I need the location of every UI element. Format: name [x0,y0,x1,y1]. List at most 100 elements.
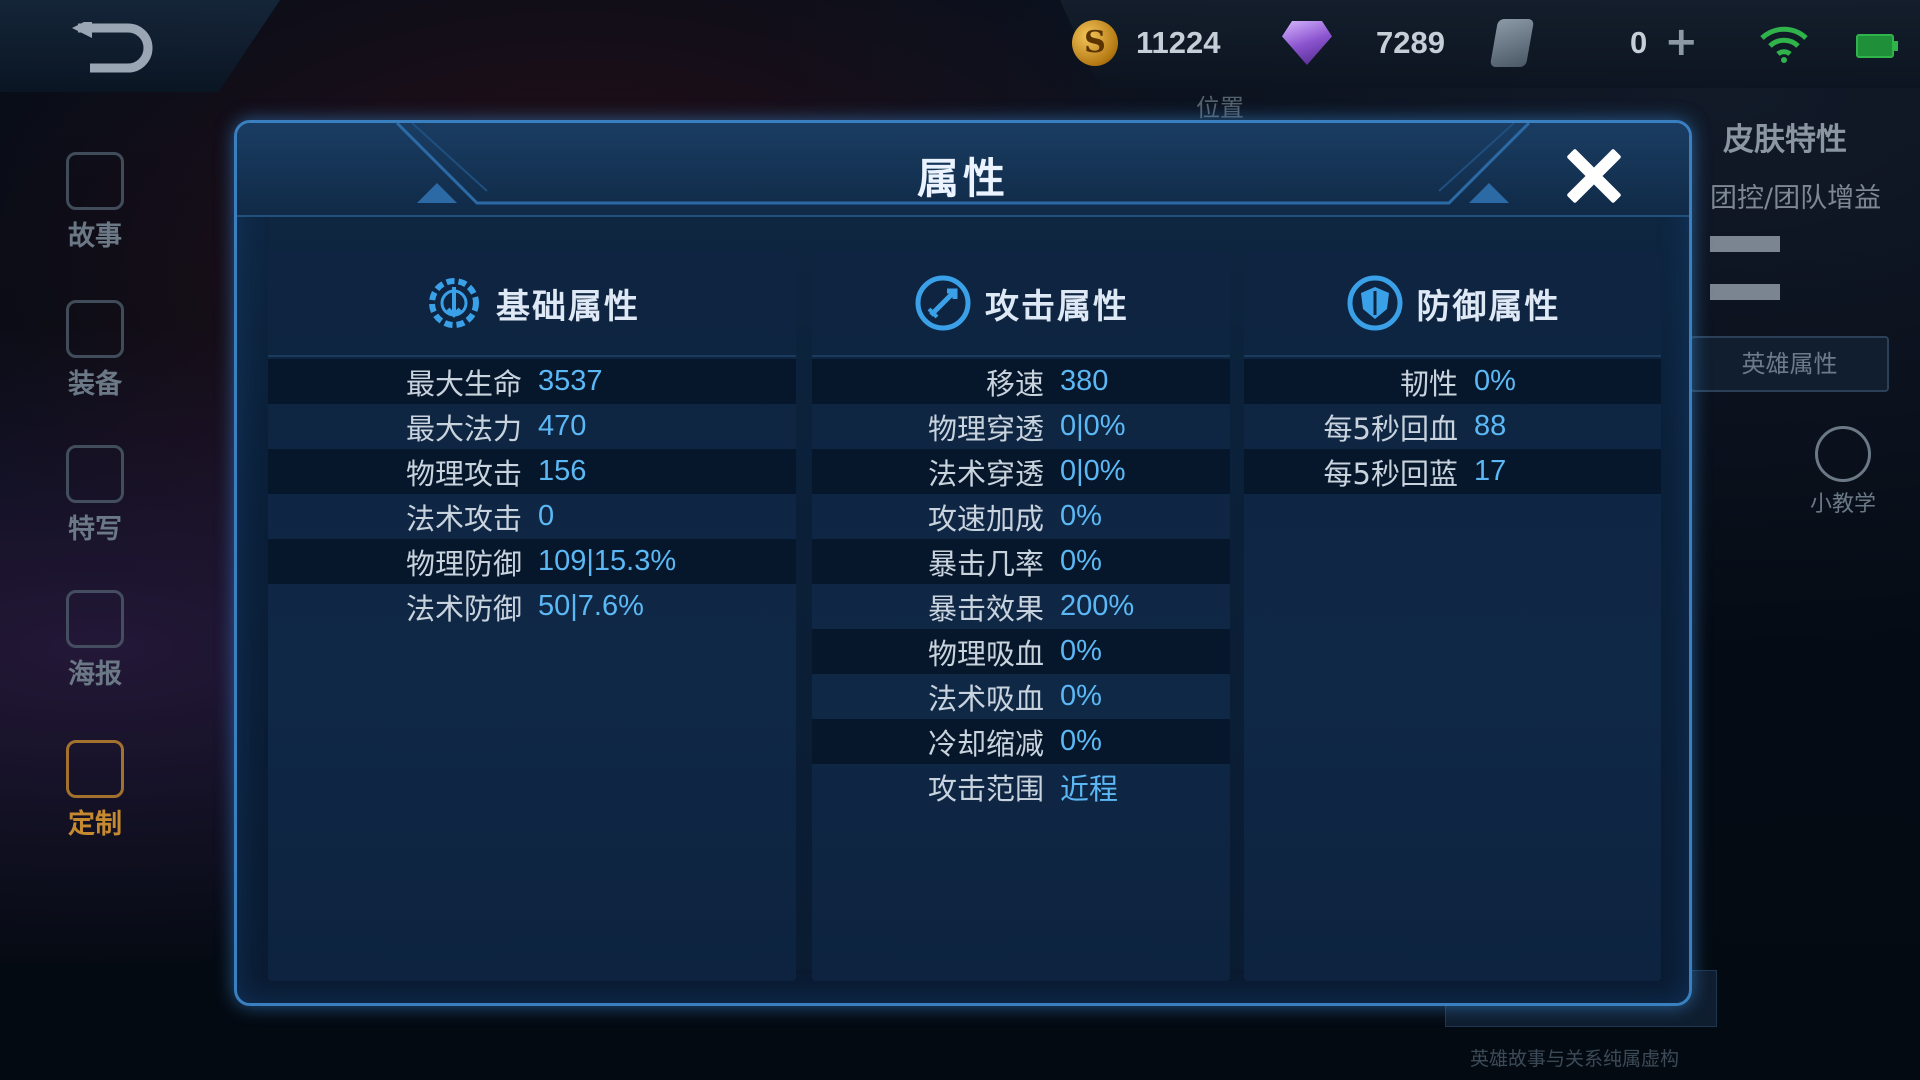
attribute-value: 0|0% [1060,455,1126,487]
sword-icon [915,275,971,331]
skin-features-title: 皮肤特性 [1723,122,1847,158]
customize-icon [66,740,124,798]
attribute-label: 物理攻击 [405,456,522,491]
nav-label: 特写 [68,514,122,545]
tutorial-label: 小教学 [1810,492,1877,517]
gold-value: 11224 [1136,25,1221,60]
attribute-value: 0% [1060,635,1102,667]
book-icon [66,152,124,210]
attribute-value: 0% [1474,365,1516,397]
attribute-row: 物理吸血 0% [812,629,1230,674]
attribute-row: 物理防御 109|15.3% [268,539,796,584]
attribute-row: 法术穿透 0|0% [812,449,1230,494]
stat-bar [1710,236,1780,252]
hero-attributes-button[interactable]: 英雄属性 [1690,336,1889,392]
ticket-icon [1489,19,1535,67]
gear-icon [429,278,479,328]
attribute-row: 暴击几率 0% [812,539,1230,584]
position-tab[interactable]: 位置 [1196,88,1244,123]
nav-item-equipment[interactable]: 装备 [40,300,150,401]
attribute-label: 最大生命 [405,366,522,401]
battery-icon [1856,34,1898,58]
nav-item-closeup[interactable]: 特写 [40,445,150,546]
attribute-row: 法术吸血 0% [812,674,1230,719]
attribute-row: 冷却缩减 0% [812,719,1230,764]
attribute-value: 200% [1060,590,1135,622]
nav-item-customize[interactable]: 定制 [40,740,150,841]
nav-label: 装备 [68,369,122,400]
nav-label: 海报 [68,659,122,690]
attribute-row: 攻击范围 近程 [812,764,1230,809]
basic-attributes-column: 基础属性 最大生命 3537 最大法力 470 物理攻击 156 法术攻击 0 物理防御 109|… [268,251,796,981]
attribute-value: 470 [538,410,587,442]
attribute-label: 最大法力 [405,411,522,446]
attribute-value: 109|15.3% [538,545,677,577]
attribute-label: 暴击效果 [927,591,1044,626]
attribute-label: 每5秒回蓝 [1323,456,1458,491]
attribute-row: 攻速加成 0% [812,494,1230,539]
attribute-label: 韧性 [1399,366,1458,401]
add-ticket-button[interactable]: + [1657,19,1705,67]
attribute-label: 物理防御 [405,546,522,581]
attribute-label: 物理吸血 [927,636,1044,671]
armor-icon [66,300,124,358]
attribute-value: 17 [1474,455,1507,487]
stat-bar [1710,284,1780,300]
footnote: 英雄故事与关系纯属虚构 [1470,1048,1680,1070]
attribute-value: 近程 [1060,771,1119,806]
attribute-row: 每5秒回蓝 17 [1244,449,1661,494]
skin-feature-panel: 皮肤特性 团控/团队增益 英雄属性 小教学 [1690,96,1920,996]
diamond-value: 7289 [1376,25,1445,60]
play-icon [1815,426,1871,482]
attribute-label: 法术穿透 [927,456,1044,491]
attribute-row: 韧性 0% [1244,359,1661,404]
basic-attributes-list: 最大生命 3537 最大法力 470 物理攻击 156 法术攻击 0 物理防御 109|15.3%… [268,359,796,629]
attack-attributes-header: 攻击属性 [812,251,1230,357]
wifi-icon [1760,26,1808,63]
attribute-row: 物理攻击 156 [268,449,796,494]
diamond-icon [1282,21,1332,65]
basic-attributes-header: 基础属性 [268,251,796,357]
attribute-value: 0% [1060,545,1102,577]
attribute-value: 0|0% [1060,410,1126,442]
ticket-value: 0 [1630,25,1648,60]
nav-item-poster[interactable]: 海报 [40,590,150,691]
attribute-label: 冷却缩减 [927,726,1044,761]
nav-label: 定制 [68,809,122,840]
attribute-label: 物理穿透 [927,411,1044,446]
attribute-label: 攻击范围 [927,771,1044,806]
nav-item-story[interactable]: 故事 [40,152,150,253]
poster-icon [66,590,124,648]
back-arrow-icon [72,22,153,73]
attribute-row: 暴击效果 200% [812,584,1230,629]
close-button[interactable] [1563,145,1623,205]
attribute-row: 移速 380 [812,359,1230,404]
closeup-icon [66,445,124,503]
attribute-label: 每5秒回血 [1323,411,1458,446]
attack-attributes-title: 攻击属性 [985,286,1129,327]
attribute-label: 法术防御 [405,591,522,626]
game-screen: S 11224 7289 0 + 故事 装备 特写 海报 定制 位置 皮肤特性 … [0,0,1920,1080]
attribute-value: 0% [1060,680,1102,712]
attribute-label: 法术攻击 [405,501,522,536]
gold-coin-icon: S [1072,20,1118,66]
modal-title: 属性 [916,154,1009,203]
attribute-row: 每5秒回血 88 [1244,404,1661,449]
attribute-row: 最大生命 3537 [268,359,796,404]
role-tags: 团控/团队增益 [1710,183,1882,214]
attribute-value: 0% [1060,500,1102,532]
attributes-modal: 属性 基础属性 最大生命 3537 最大法力 470 物理攻击 156 法术攻击 0 物理防御 1… [234,120,1692,1006]
defense-attributes-column: 防御属性 韧性 0% 每5秒回血 88 每5秒回蓝 17 [1244,251,1661,981]
diamond-counter: 7289 [1282,18,1445,68]
attack-attributes-list: 移速 380 物理穿透 0|0% 法术穿透 0|0% 攻速加成 0% 暴击几率 0% 暴击效果 200… [812,359,1230,809]
attribute-row: 最大法力 470 [268,404,796,449]
tutorial-button[interactable]: 小教学 [1810,426,1876,518]
defense-attributes-list: 韧性 0% 每5秒回血 88 每5秒回蓝 17 [1244,359,1661,494]
defense-attributes-header: 防御属性 [1244,251,1661,357]
shield-icon [1347,275,1402,331]
attribute-label: 法术吸血 [927,681,1044,716]
attribute-label: 移速 [985,366,1044,401]
attack-attributes-column: 攻击属性 移速 380 物理穿透 0|0% 法术穿透 0|0% 攻速加成 0% 暴击几率 0% 暴击… [812,251,1230,981]
modal-header: 属性 [237,123,1689,217]
attribute-value: 3537 [538,365,603,397]
